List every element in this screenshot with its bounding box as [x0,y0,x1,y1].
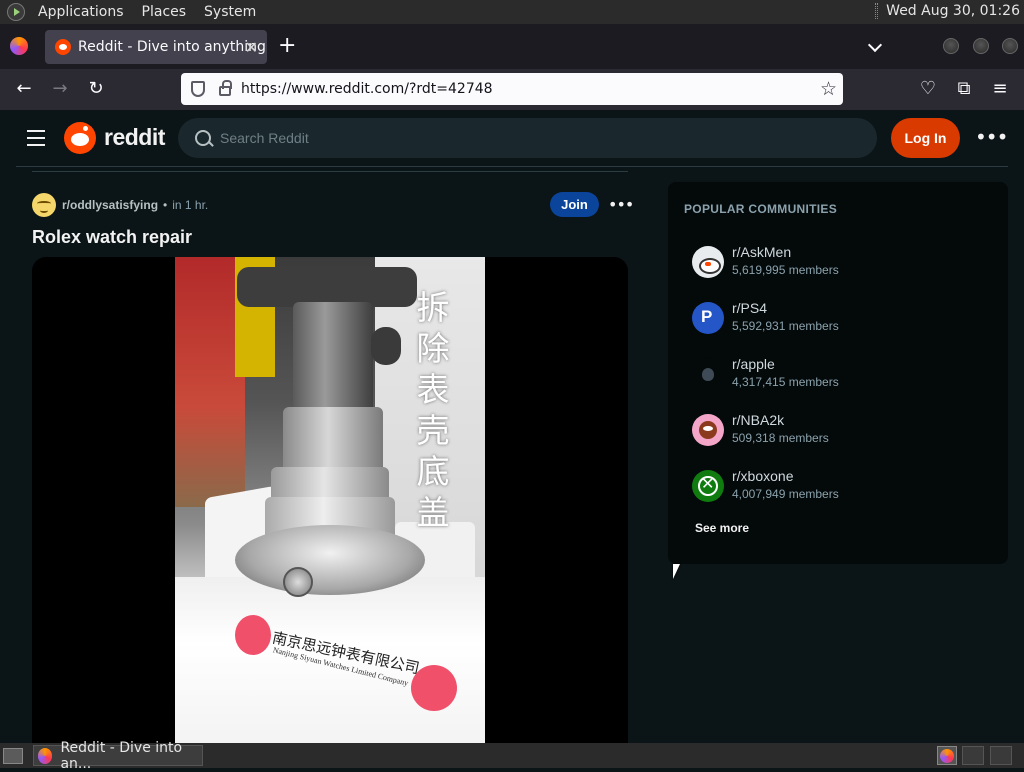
search-input[interactable] [220,130,820,146]
join-button[interactable]: Join [550,192,599,217]
pocket-icon[interactable]: ♡ [917,78,939,100]
community-members: 5,619,995 members [732,263,839,277]
post-meta: r/oddlysatisfying • in 1 hr. [32,192,208,218]
apple-icon [692,358,724,390]
tab-title: Reddit - Dive into anything [78,39,266,55]
playstation-icon [692,302,724,334]
site-security-lock-icon[interactable] [219,80,232,96]
back-button[interactable]: ← [13,78,35,100]
new-tab-button[interactable]: + [278,35,296,57]
community-name[interactable]: r/AskMen [732,244,791,260]
reddit-header: reddit Log In ••• [0,110,1024,166]
close-window-button[interactable] [1002,38,1018,54]
popular-communities-sidebar: POPULAR COMMUNITIES r/AskMen 5,619,995 m… [668,182,1008,564]
reddit-wordmark[interactable]: reddit [104,124,165,151]
list-all-tabs-chevron-icon[interactable] [867,37,883,53]
video-press-top [237,267,417,307]
feed-divider [32,171,628,172]
tab-reddit[interactable]: Reddit - Dive into anything ✕ [45,30,267,64]
search-icon [195,130,211,146]
mouse-pointer-icon [673,564,680,579]
subreddit-avatar-icon[interactable] [32,193,56,217]
login-button[interactable]: Log In [891,118,960,158]
header-divider [16,166,1008,167]
workspace-firefox-icon[interactable] [937,746,957,765]
community-name[interactable]: r/PS4 [732,300,767,316]
see-more-button[interactable]: See more [695,521,749,535]
community-members: 4,317,415 members [732,375,839,389]
reddit-snoo-logo-icon[interactable] [64,122,96,154]
bookmark-star-icon[interactable]: ☆ [820,78,837,100]
firefox-icon [38,747,53,764]
community-name[interactable]: r/apple [732,356,775,372]
video-caption: 拆除表壳底盖 [416,288,450,532]
community-item[interactable]: r/PS4 5,592,931 members [692,300,992,340]
nav-toolbar: ← → ↻ https://www.reddit.com/?rdt=42748 … [0,69,1024,110]
top-panel: Applications Places System Wed Aug 30, 0… [0,0,1024,24]
community-item[interactable]: r/apple 4,317,415 members [692,356,992,396]
hamburger-menu-icon[interactable] [27,130,45,146]
tab-bar: Reddit - Dive into anything ✕ + [0,24,1024,69]
video-press-knob [371,327,401,365]
search-bar[interactable] [178,118,877,158]
post-video[interactable]: 拆除表壳底盖 南京思远钟表有限公司 Nanjing Siyuan Watches… [175,257,485,743]
places-menu[interactable]: Places [137,4,192,20]
community-item[interactable]: r/NBA2k 509,318 members [692,412,992,452]
post-time: in 1 hr. [172,198,209,212]
video-press-shaft [293,302,373,412]
applications-menu[interactable]: Applications [33,4,129,20]
system-menu[interactable]: System [199,4,261,20]
panel-clock[interactable]: Wed Aug 30, 01:26 [875,3,1020,19]
taskbar-window-label: Reddit - Dive into an... [60,739,183,772]
tracking-protection-shield-icon[interactable] [191,81,205,97]
forward-button[interactable]: → [49,78,71,100]
nba2k-icon [692,414,724,446]
bottom-taskbar: Reddit - Dive into an... [0,740,1024,772]
reload-button[interactable]: ↻ [85,78,107,100]
video-watch-crown [283,567,313,597]
url-text[interactable]: https://www.reddit.com/?rdt=42748 [241,81,493,97]
community-item[interactable]: r/AskMen 5,619,995 members [692,244,992,284]
firefox-view-icon[interactable] [10,37,28,55]
community-name[interactable]: r/xboxone [732,468,793,484]
meta-separator: • [163,198,168,212]
app-menu-icon[interactable]: ≡ [989,78,1011,100]
xbox-icon [692,470,724,502]
clock-text: Wed Aug 30, 01:26 [886,3,1020,19]
video-watch-case [235,525,425,595]
workspace-switcher-2[interactable] [962,746,984,765]
reddit-favicon-icon [55,39,71,55]
applications-icon[interactable] [7,3,25,21]
video-red-dot [235,615,271,655]
sidebar-heading: POPULAR COMMUNITIES [684,202,838,216]
community-members: 4,007,949 members [732,487,839,501]
taskbar-window-button[interactable]: Reddit - Dive into an... [33,740,203,772]
extensions-icon[interactable]: ⧉ [953,78,975,100]
url-bar[interactable]: https://www.reddit.com/?rdt=42748 ☆ [181,73,843,105]
workspace-switcher-3[interactable] [990,746,1012,765]
show-desktop-icon[interactable] [3,747,23,764]
more-options-icon[interactable]: ••• [975,125,1008,151]
community-item[interactable]: r/xboxone 4,007,949 members [692,468,992,508]
minimize-window-button[interactable] [943,38,959,54]
panel-separator [875,3,879,19]
community-members: 509,318 members [732,431,829,445]
post-title[interactable]: Rolex watch repair [32,227,192,248]
tab-close-icon[interactable]: ✕ [245,38,258,57]
post-media[interactable]: 拆除表壳底盖 南京思远钟表有限公司 Nanjing Siyuan Watches… [32,257,628,743]
askmen-icon [692,246,724,278]
community-members: 5,592,931 members [732,319,839,333]
subreddit-link[interactable]: r/oddlysatisfying [62,198,158,212]
community-name[interactable]: r/NBA2k [732,412,784,428]
maximize-window-button[interactable] [973,38,989,54]
post-options-icon[interactable]: ••• [608,195,634,214]
